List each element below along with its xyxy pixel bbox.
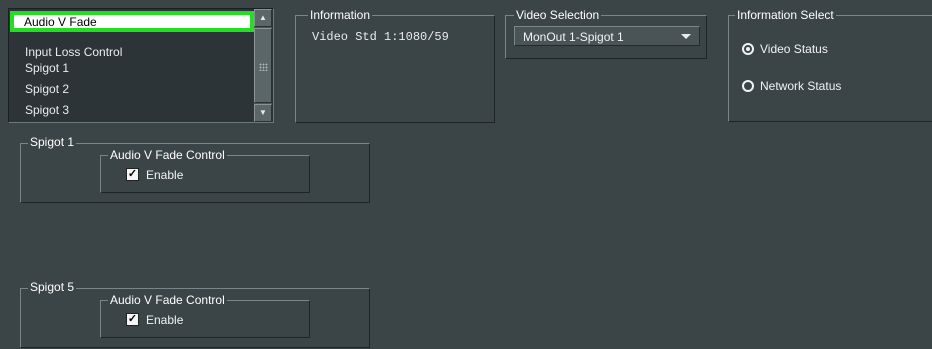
spigot-5-title: Spigot 5 xyxy=(28,280,77,294)
list-item-spigot-3[interactable]: Spigot 3 xyxy=(25,103,69,117)
list-item-label: Audio V Fade xyxy=(24,15,97,29)
video-selection-value: MonOut 1-Spigot 1 xyxy=(523,30,624,44)
list-item-audio-v-fade[interactable]: Audio V Fade xyxy=(10,11,254,32)
spigot-1-control-title: Audio V Fade Control xyxy=(108,148,227,162)
video-standard-text: Video Std 1:1080/59 xyxy=(312,30,449,44)
spigot-5-enable-label[interactable]: Enable xyxy=(146,313,183,327)
spigot-1-title: Spigot 1 xyxy=(28,135,77,149)
checkmark-icon: ✓ xyxy=(127,168,138,180)
information-title: Information xyxy=(308,8,373,22)
scroll-down-arrow-icon[interactable]: ▼ xyxy=(254,104,272,122)
video-selection-title: Video Selection xyxy=(514,8,602,22)
list-item-input-loss[interactable]: Input Loss Control xyxy=(25,45,122,59)
grip-icon xyxy=(259,63,268,71)
video-status-label[interactable]: Video Status xyxy=(760,42,828,56)
list-scrollbar[interactable]: ▲ ▼ xyxy=(254,9,272,122)
chevron-down-icon xyxy=(681,34,691,39)
scroll-up-arrow-icon[interactable]: ▲ xyxy=(254,9,272,27)
network-status-radio[interactable] xyxy=(742,80,754,92)
spigot-1-enable-label[interactable]: Enable xyxy=(146,168,183,182)
spigot-5-control-title: Audio V Fade Control xyxy=(108,293,227,307)
spigot-1-enable-checkbox[interactable]: ✓ xyxy=(126,168,139,181)
information-select-group xyxy=(728,15,932,122)
scroll-thumb[interactable] xyxy=(254,28,272,103)
video-status-radio[interactable] xyxy=(742,43,754,55)
list-item-spigot-1[interactable]: Spigot 1 xyxy=(25,61,69,75)
checkmark-icon: ✓ xyxy=(127,313,138,325)
network-status-label[interactable]: Network Status xyxy=(760,79,841,93)
video-selection-dropdown[interactable]: MonOut 1-Spigot 1 xyxy=(514,26,700,46)
information-select-title: Information Select xyxy=(735,8,836,22)
spigot-5-enable-checkbox[interactable]: ✓ xyxy=(126,313,139,326)
list-item-spigot-2[interactable]: Spigot 2 xyxy=(25,82,69,96)
